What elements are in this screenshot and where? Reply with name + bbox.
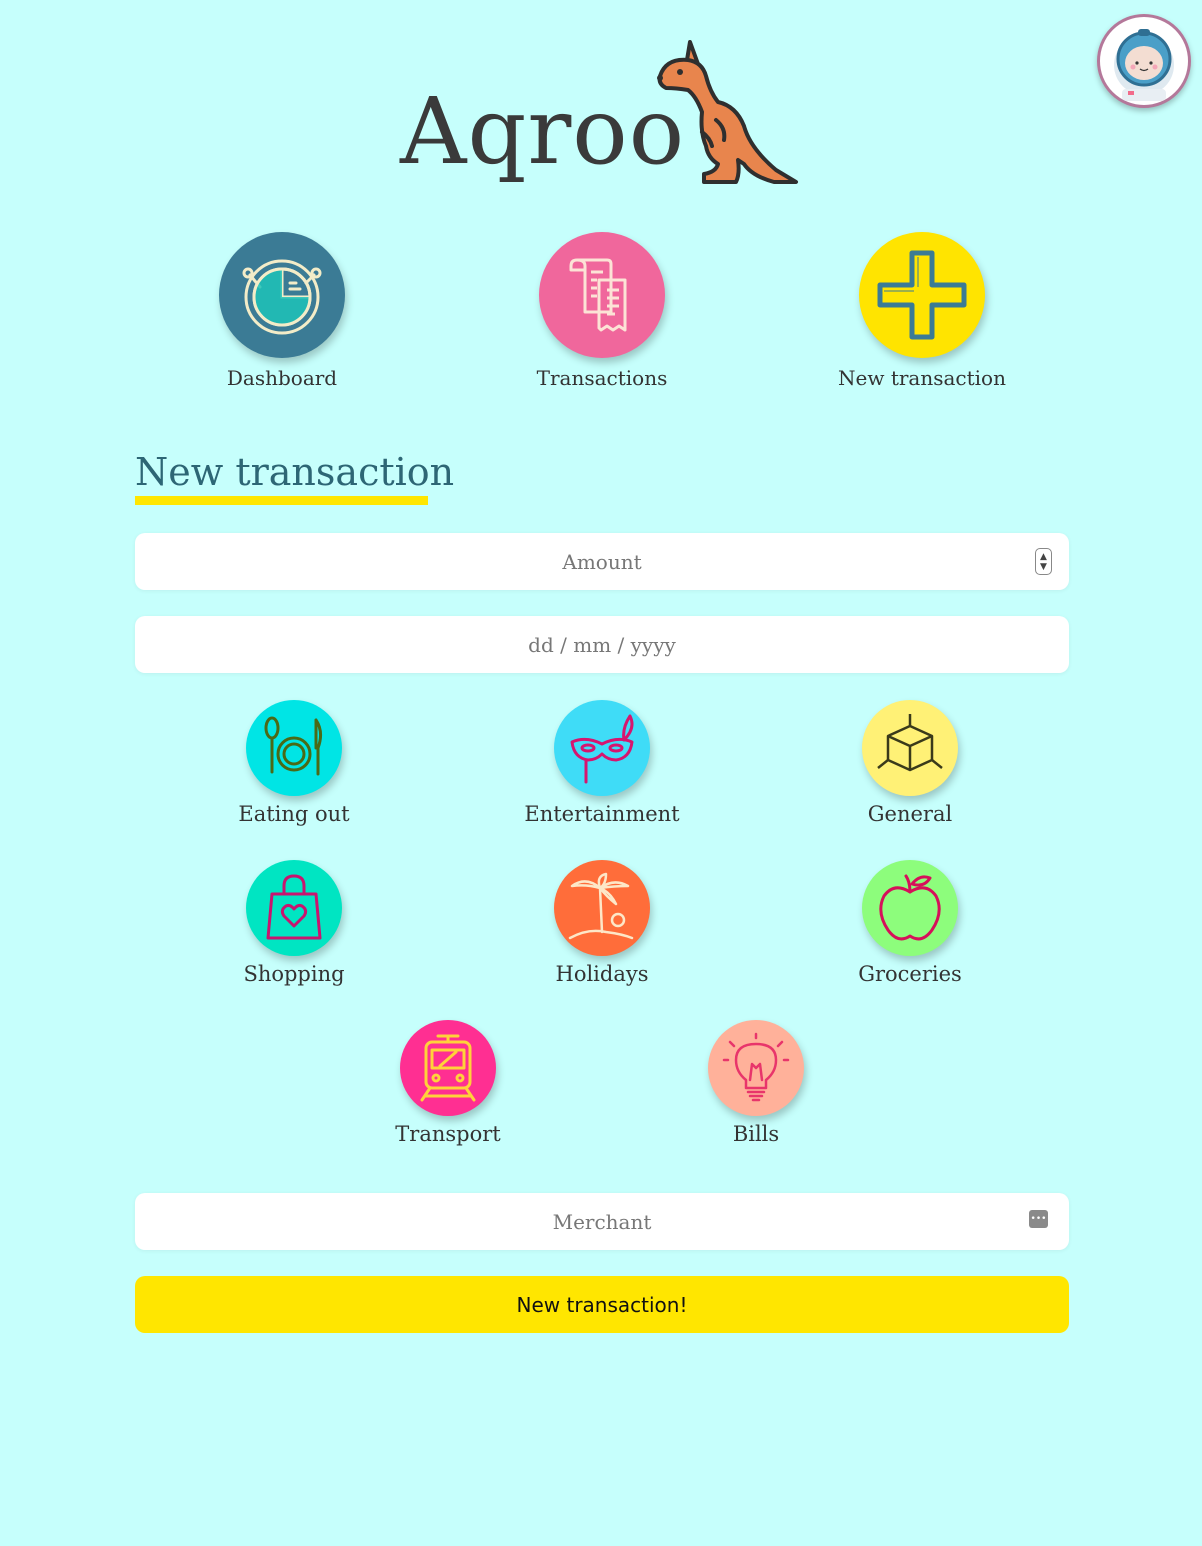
- kangaroo-icon: [657, 40, 798, 184]
- general-label: General: [867, 802, 953, 826]
- shopping-label: Shopping: [243, 962, 345, 986]
- category-entertainment[interactable]: Entertainment: [502, 700, 702, 826]
- category-eating-out[interactable]: Eating out: [194, 700, 394, 826]
- category-shopping[interactable]: Shopping: [194, 860, 394, 986]
- palm-tree-icon: [568, 872, 634, 940]
- groceries-label: Groceries: [858, 962, 962, 986]
- train-icon: [420, 1034, 476, 1102]
- astronaut-icon: [1114, 29, 1174, 101]
- cutlery-icon: [264, 716, 323, 776]
- chevron-up-icon: ▲: [1040, 551, 1047, 562]
- amount-stepper[interactable]: ▲ ▼: [1035, 548, 1052, 575]
- page-title: New transaction: [135, 450, 455, 494]
- submit-transaction-button[interactable]: New transaction!: [135, 1276, 1069, 1333]
- apple-icon: [879, 874, 941, 941]
- nav-dashboard[interactable]: Dashboard: [172, 232, 392, 390]
- nav-new-transaction-label: New transaction: [838, 366, 1006, 390]
- user-avatar[interactable]: [1097, 14, 1191, 108]
- receipt-icon: [569, 258, 627, 332]
- nav-transactions-label: Transactions: [536, 366, 668, 390]
- pie-chart-icon: [242, 259, 322, 335]
- nav-dashboard-label: Dashboard: [226, 366, 338, 390]
- title-underline: [135, 496, 428, 505]
- entertainment-label: Entertainment: [524, 802, 680, 826]
- transport-button[interactable]: [400, 1020, 496, 1116]
- chevron-down-icon: ▼: [1040, 561, 1047, 572]
- category-transport[interactable]: Transport: [348, 1020, 548, 1146]
- mask-icon: [570, 714, 634, 784]
- holidays-button[interactable]: [554, 860, 650, 956]
- entertainment-button[interactable]: [554, 700, 650, 796]
- shopping-button[interactable]: [246, 860, 342, 956]
- lightbulb-icon: [722, 1032, 790, 1102]
- merchant-input[interactable]: [135, 1193, 1069, 1250]
- category-holidays[interactable]: Holidays: [502, 860, 702, 986]
- nav-transactions[interactable]: Transactions: [492, 232, 712, 390]
- date-input[interactable]: [135, 616, 1069, 673]
- holidays-label: Holidays: [555, 962, 649, 986]
- groceries-button[interactable]: [862, 860, 958, 956]
- more-options-icon[interactable]: •••: [1029, 1210, 1048, 1228]
- category-bills[interactable]: Bills: [656, 1020, 856, 1146]
- nav-new-transaction[interactable]: New transaction: [812, 232, 1032, 390]
- new-transaction-nav-button[interactable]: [859, 232, 985, 358]
- shopping-bag-icon: [266, 874, 322, 940]
- general-button[interactable]: [862, 700, 958, 796]
- amount-input[interactable]: [135, 533, 1069, 590]
- category-general[interactable]: General: [810, 700, 1010, 826]
- app-title: Aqroo: [400, 78, 686, 185]
- plus-icon: [877, 250, 967, 340]
- eating-out-button[interactable]: [246, 700, 342, 796]
- transport-label: Transport: [395, 1122, 501, 1146]
- transactions-button[interactable]: [539, 232, 665, 358]
- bills-button[interactable]: [708, 1020, 804, 1116]
- bills-label: Bills: [732, 1122, 780, 1146]
- app-logo: Aqroo: [400, 36, 820, 186]
- dashboard-button[interactable]: [219, 232, 345, 358]
- eating-out-label: Eating out: [238, 802, 350, 826]
- category-groceries[interactable]: Groceries: [810, 860, 1010, 986]
- box-icon: [877, 714, 943, 772]
